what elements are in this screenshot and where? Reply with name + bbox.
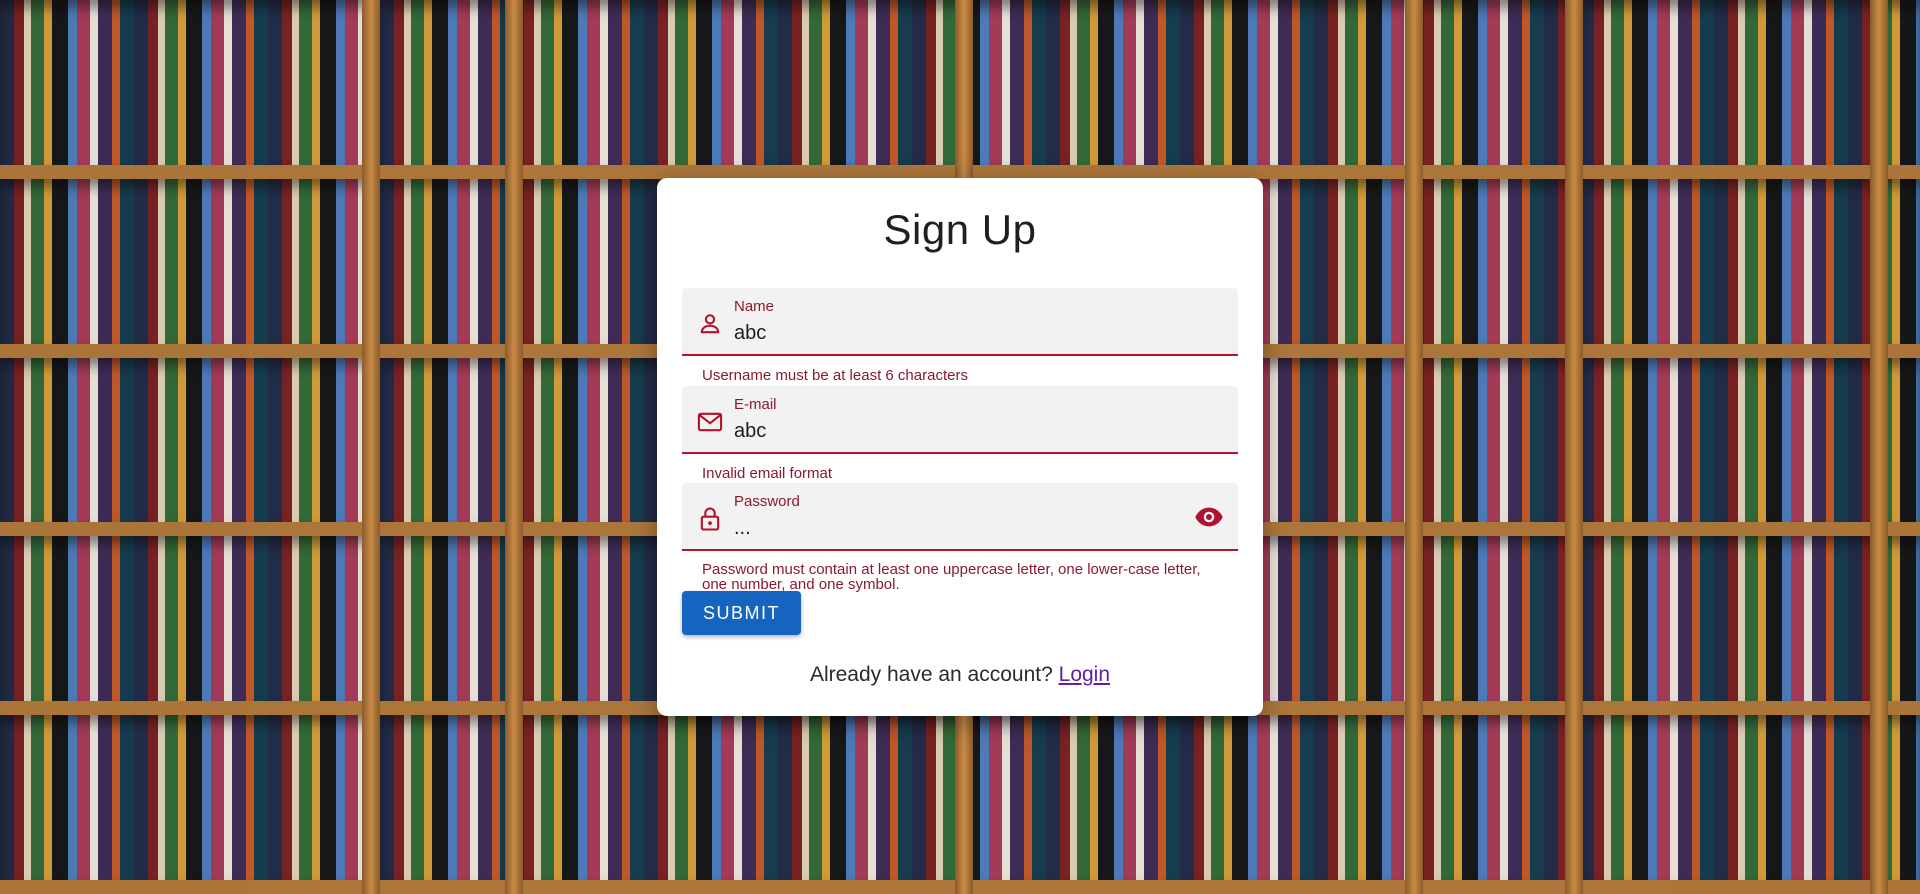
password-error: Password must contain at least one upper… — [702, 561, 1201, 593]
left-shelf — [0, 0, 380, 894]
email-error: Invalid email format — [702, 465, 833, 482]
shelf-post — [1870, 0, 1888, 894]
name-label: Name — [734, 298, 775, 315]
signup-card: Sign Up Name Username must be at least 6… — [657, 178, 1263, 716]
shelf-post — [505, 0, 523, 894]
shelf-post — [1405, 0, 1423, 894]
password-field[interactable]: Password — [682, 483, 1238, 551]
person-icon — [700, 314, 720, 334]
lock-icon — [700, 507, 720, 531]
page-title: Sign Up — [883, 206, 1037, 253]
password-label: Password — [734, 493, 800, 510]
login-prompt-text: Already have an account? — [809, 663, 1053, 686]
name-field[interactable]: Name — [682, 288, 1238, 356]
left-shelf-inner — [380, 0, 510, 894]
shelf-post — [362, 0, 380, 894]
right-shelf-inner — [1410, 0, 1580, 894]
name-error: Username must be at least 6 characters — [702, 367, 968, 384]
mail-icon — [697, 412, 723, 432]
login-link[interactable]: Login — [1059, 663, 1110, 686]
submit-button[interactable]: SUBMIT — [682, 591, 801, 635]
name-input[interactable] — [734, 320, 1174, 346]
password-input[interactable] — [734, 515, 1174, 541]
email-field[interactable]: E-mail — [682, 386, 1238, 454]
right-shelf — [1580, 0, 1920, 894]
eye-icon[interactable] — [1194, 505, 1224, 529]
login-prompt-line: Already have an account? Login — [657, 663, 1263, 687]
email-label: E-mail — [734, 396, 777, 413]
email-input[interactable] — [734, 418, 1174, 444]
shelf-post — [1565, 0, 1583, 894]
